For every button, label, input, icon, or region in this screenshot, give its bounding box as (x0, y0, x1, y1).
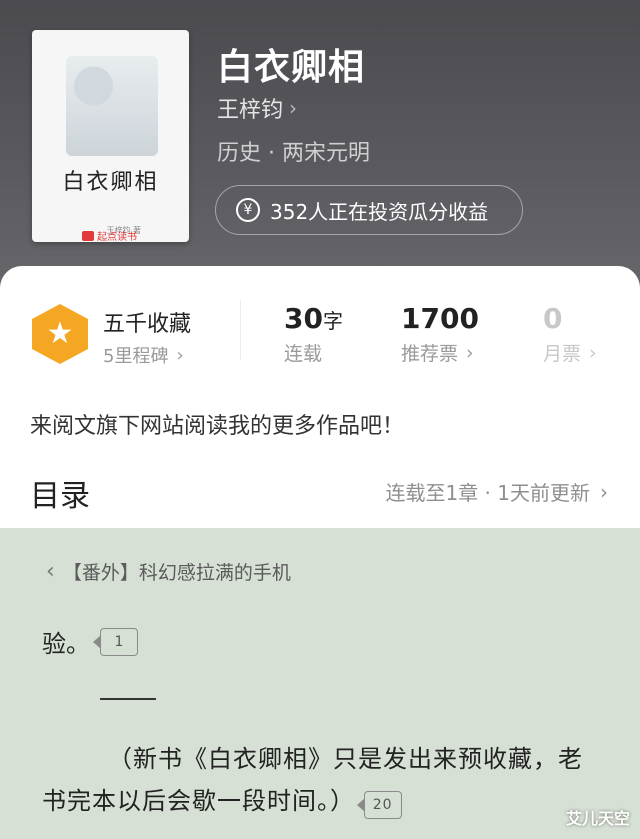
author-name: 王梓钧 (217, 98, 284, 123)
chevron-right-icon: › (600, 479, 608, 504)
monthly-stat[interactable]: 0 月票 › (543, 302, 597, 366)
invest-button[interactable]: ¥ 352人正在投资瓜分收益 (215, 185, 523, 235)
paragraph-text: （新书《白衣卿相》只是发出来预收藏，老书完本以后会歇一段时间。） (42, 745, 583, 815)
qidian-logo-icon (82, 230, 94, 241)
author-link[interactable]: 王梓钧 › (217, 92, 297, 124)
watermark: 艾儿天空 (565, 809, 630, 828)
words-stat: 30字 连载 (284, 302, 343, 366)
book-info-card: ★ 五千收藏 5里程碑 › 30字 连载 1700 推荐票 › 0 月票 › 来阅文… (0, 266, 640, 528)
toc-link[interactable]: 连载至1章 · 1天前更新 › (385, 477, 608, 506)
chevron-right-icon: › (466, 341, 474, 364)
paragraph: （新书《白衣卿相》只是发出来预收藏，老书完本以后会歇一段时间。） 20 (42, 738, 602, 822)
comment-bubble[interactable]: 1 (93, 627, 138, 656)
words-label: 连载 (284, 343, 323, 365)
chevron-right-icon: › (289, 96, 298, 120)
collect-title: 五千收藏 (103, 312, 192, 337)
comment-bubble[interactable]: 20 (356, 791, 402, 819)
milestone-label: 5里程碑 (103, 346, 169, 367)
recommend-label: 推荐票 (401, 343, 459, 365)
monthly-number: 0 (543, 302, 563, 335)
text-line: 验。 1 (42, 624, 138, 659)
yen-icon: ¥ (236, 198, 260, 222)
promo-text[interactable]: 来阅文旗下网站阅读我的更多作品吧！ (30, 408, 404, 440)
toc-title: 目录 (30, 479, 90, 514)
chapter-title: 【番外】科幻感拉满的手机 (62, 562, 291, 584)
cover-brand-label: 起点读书 (97, 232, 137, 242)
milestone-link[interactable]: 5里程碑 › (103, 342, 184, 368)
book-title: 白衣卿相 (217, 47, 366, 88)
chevron-right-icon: › (589, 341, 597, 364)
separator-dash (100, 698, 156, 700)
monthly-label: 月票 (543, 343, 582, 365)
recommend-stat[interactable]: 1700 推荐票 › (401, 302, 479, 366)
chapter-header[interactable]: ‹ 【番外】科幻感拉满的手机 (46, 558, 291, 585)
cover-title: 白衣卿相 (62, 170, 159, 195)
toc-status: 连载至1章 · 1天前更新 (385, 481, 590, 505)
text-fragment: 验。 (42, 630, 90, 658)
cover-art (66, 56, 158, 156)
reader-panel: ‹ 【番外】科幻感拉满的手机 验。 1 （新书《白衣卿相》只是发出来预收藏，老书… (0, 528, 640, 839)
words-unit: 字 (322, 309, 343, 333)
chevron-left-icon[interactable]: ‹ (46, 559, 55, 584)
collect-badge[interactable]: ★ (32, 304, 88, 364)
book-genre: 历史 · 两宋元明 (217, 141, 370, 166)
recommend-number: 1700 (401, 302, 479, 335)
badge-hexagon: ★ (32, 304, 88, 364)
chevron-right-icon: › (176, 344, 184, 366)
divider (240, 300, 241, 360)
invest-label: 352人正在投资瓜分收益 (270, 199, 489, 224)
cover-brand: 起点读书 (82, 228, 137, 242)
star-icon: ★ (46, 316, 74, 351)
book-cover[interactable]: 白衣卿相 王梓钧 著 起点读书 (32, 30, 189, 242)
book-header: 白衣卿相 王梓钧 著 起点读书 白衣卿相 王梓钧 › 历史 · 两宋元明 ¥ 3… (0, 0, 640, 290)
words-number: 30 (284, 302, 323, 335)
